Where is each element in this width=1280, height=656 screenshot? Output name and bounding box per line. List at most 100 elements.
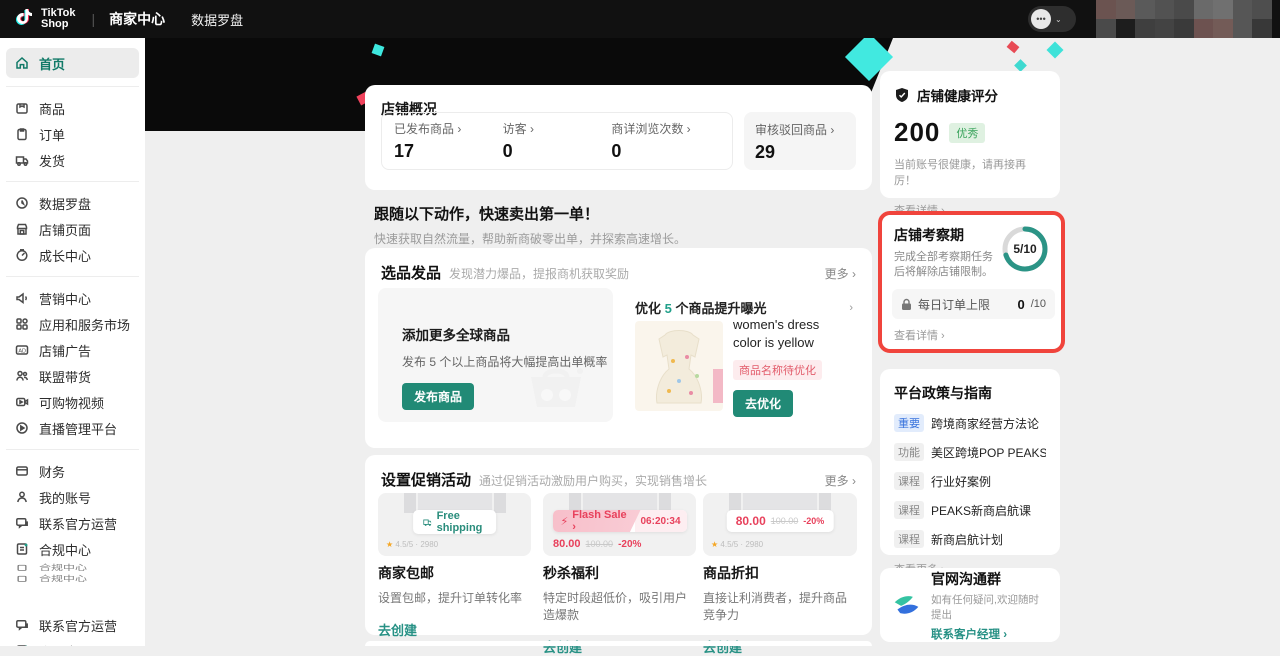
create-flash-link[interactable]: 去创建 [543, 637, 698, 656]
sidebar-item-finance[interactable]: 财务 [0, 458, 145, 484]
flash-sale-label: Flash Sale › [572, 510, 632, 532]
sidebar-item-contact-ops-2[interactable]: 联系官方运营 [0, 612, 145, 638]
policy-badge-course: 课程 [894, 501, 924, 519]
sidebar-item-my-account[interactable]: 我的账号 [0, 484, 145, 510]
policy-item[interactable]: 课程 新商启航计划 [894, 530, 1046, 548]
sidebar-item-compliance-2[interactable]: 合规中心 [0, 638, 145, 646]
sidebar-item-shipping[interactable]: 发货 [0, 147, 145, 173]
daily-order-limit-row[interactable]: 每日订单上限 0 /10 [892, 289, 1055, 319]
sidebar-item-data-compass[interactable]: 数据罗盘 [0, 190, 145, 216]
daily-order-limit-value: 0 [1017, 297, 1024, 312]
sidebar-item-live-platform[interactable]: 直播管理平台 [0, 415, 145, 441]
video-icon [14, 395, 29, 410]
chat-bubble-icon: ••• [1031, 9, 1051, 29]
contact-desc: 如有任何疑问,欢迎随时提出 [931, 592, 1048, 622]
play-circle-icon [14, 421, 29, 436]
policy-guide-card: 平台政策与指南 重要 跨境商家经营方法论 功能 美区跨境POP PEAKS出海…… [880, 369, 1060, 555]
sidebar-item-shoppable-video[interactable]: 可购物视频 [0, 389, 145, 415]
sidebar-item-compliance[interactable]: 合规中心 [0, 536, 145, 562]
home-icon [14, 56, 29, 71]
storefront-icon [14, 222, 29, 237]
sidebar-divider [6, 181, 139, 182]
promo-name-flash: 秒杀福利 [543, 563, 698, 583]
promo-name-discount: 商品折扣 [703, 563, 858, 583]
promo-section-more-link[interactable]: 更多 › [825, 472, 856, 489]
top-header-bar: TikTok Shop | 商家中心 数据罗盘 ••• ⌄ [0, 0, 1280, 38]
health-score-badge: 优秀 [949, 123, 985, 143]
sidebar-item-growth-center[interactable]: 成长中心 [0, 242, 145, 268]
clipboard-icon [14, 127, 29, 142]
flash-bolt-icon: ⚡ [561, 515, 569, 528]
stat-published-products[interactable]: 已发布商品 › 17 [394, 120, 503, 162]
chat-icon [14, 516, 29, 531]
rating-row: ★ 4.5/5 · 2980 [711, 540, 763, 549]
redacted-account-area [1096, 0, 1272, 38]
flash-sale-timer: 06:20:34 [635, 510, 687, 532]
flash-price: 80.00 [553, 538, 581, 550]
promo-tile-free-shipping[interactable]: Free shipping ★ 4.5/5 · 2980 [378, 493, 531, 556]
inspection-detail-link[interactable]: 查看详情 › [894, 327, 945, 343]
sidebar-item-orders[interactable]: 订单 [0, 121, 145, 147]
contact-manager-link[interactable]: 联系客户经理 › [931, 626, 1048, 642]
chat-icon [14, 618, 29, 633]
people-icon [14, 369, 29, 384]
sidebar-item-app-market[interactable]: 应用和服务市场 [0, 311, 145, 337]
gauge-icon [14, 248, 29, 263]
sidebar-divider [6, 86, 139, 87]
truck-icon [423, 517, 432, 528]
policy-item[interactable]: 课程 PEAKS新商启航课 [894, 501, 1046, 519]
inspection-progress-value: 5/10 [1001, 225, 1049, 273]
tiktok-shop-logo[interactable]: TikTok Shop [14, 7, 75, 31]
product-box-icon [14, 101, 29, 116]
product-tag-optimize-name: 商品名称待优化 [733, 360, 822, 380]
rating-row: ★ 4.5/5 · 2980 [386, 540, 438, 549]
nav-merchant-center[interactable]: 商家中心 [109, 9, 165, 29]
policy-badge-feature: 功能 [894, 443, 924, 461]
card-icon [14, 464, 29, 479]
confetti-red-diamond-small [1007, 41, 1020, 54]
lock-icon [901, 298, 912, 311]
promo-tile-discount[interactable]: 80.00 100.00 -20% ★ 4.5/5 · 2980 [703, 493, 857, 556]
shop-health-card: 店铺健康评分 200 优秀 当前账号很健康，请再接再厉！ 查看详情 › [880, 71, 1060, 198]
sidebar-item-products[interactable]: 商品 [0, 95, 145, 121]
sidebar-item-shop-ads[interactable]: AD 店铺广告 [0, 337, 145, 363]
promo-tile-flash-sale[interactable]: ⚡Flash Sale › 06:20:34 80.00 100.00 -20% [543, 493, 696, 556]
sidebar-item-affiliate[interactable]: 联盟带货 [0, 363, 145, 389]
product-selection-card: 选品发品 发现潜力爆品，提报商机获取奖励 更多 › 添加更多全球商品 发布 5 … [365, 248, 872, 448]
policy-item[interactable]: 功能 美区跨境POP PEAKS出海… [894, 443, 1046, 461]
stat-product-views[interactable]: 商详浏览次数 › 0 [611, 120, 720, 162]
chevron-right-icon[interactable]: › [849, 302, 853, 314]
sidebar-glitch-row: 合规中心 [0, 575, 145, 582]
stat-rejected-products[interactable]: 审核驳回商品 › 29 [744, 112, 856, 170]
create-shipping-link[interactable]: 去创建 [378, 620, 531, 639]
go-optimize-button[interactable]: 去优化 [733, 390, 793, 417]
discount-orig-price: 100.00 [771, 516, 799, 526]
first-order-title: 跟随以下动作，快速卖出第一单！ [374, 203, 686, 224]
sidebar-item-shop-page[interactable]: 店铺页面 [0, 216, 145, 242]
cart-watermark-icon [517, 359, 595, 416]
policy-item[interactable]: 重要 跨境商家经营方法论 [894, 414, 1046, 432]
policy-badge-course: 课程 [894, 530, 924, 548]
daily-order-limit-total: /10 [1031, 298, 1046, 310]
create-discount-link[interactable]: 去创建 [703, 637, 858, 656]
product-image-dress[interactable] [635, 321, 723, 411]
free-shipping-pill-label: Free shipping [437, 510, 487, 534]
publish-product-button[interactable]: 发布商品 [402, 383, 474, 410]
stat-visitors[interactable]: 访客 › 0 [503, 120, 612, 162]
truck-icon [14, 153, 29, 168]
tiktok-note-icon [14, 7, 34, 31]
inspection-desc: 完成全部考察期任务后将解除店铺限制。 [894, 250, 998, 280]
sidebar-item-home[interactable]: 首页 [6, 48, 139, 78]
health-score-value: 200 [894, 117, 940, 148]
daily-order-limit-label: 每日订单上限 [918, 296, 1011, 313]
brand-text: TikTok Shop [41, 8, 75, 30]
product-section-more-link[interactable]: 更多 › [825, 265, 856, 282]
sidebar-item-contact-ops[interactable]: 联系官方运营 [0, 510, 145, 536]
sidebar-item-marketing-center[interactable]: 营销中心 [0, 285, 145, 311]
policy-badge-important: 重要 [894, 414, 924, 432]
shield-icon [894, 87, 910, 103]
policy-item[interactable]: 课程 行业好案例 [894, 472, 1046, 490]
header-chat-menu[interactable]: ••• ⌄ [1028, 6, 1076, 32]
promo-name-shipping: 商家包邮 [378, 563, 531, 583]
nav-data-compass[interactable]: 数据罗盘 [191, 10, 243, 29]
